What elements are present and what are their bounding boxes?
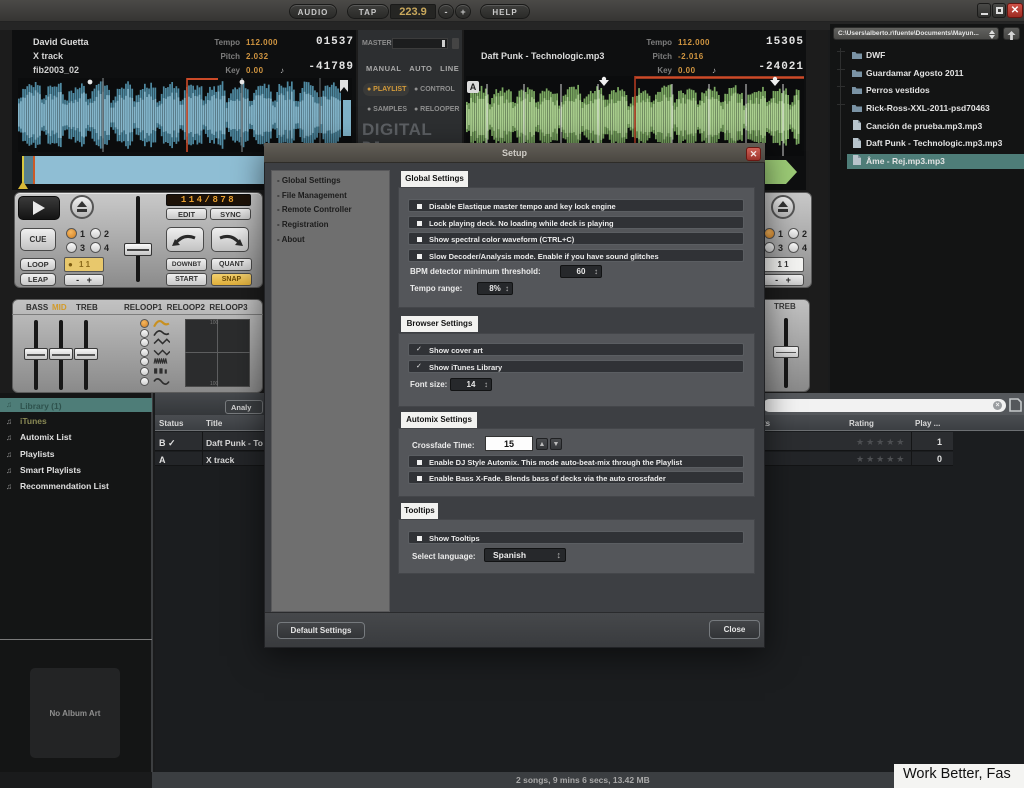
svg-text:A: A <box>470 82 477 92</box>
